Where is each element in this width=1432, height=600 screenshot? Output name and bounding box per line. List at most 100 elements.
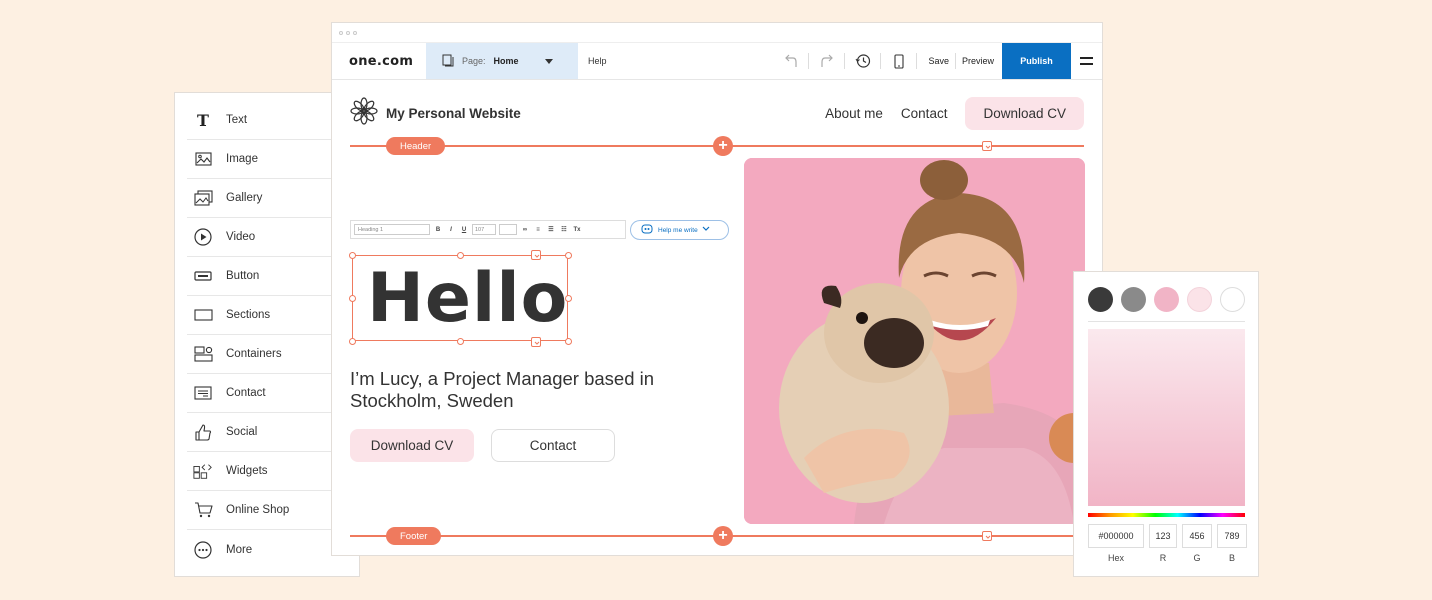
b-input[interactable]: 789 — [1217, 524, 1247, 548]
swatch-dark-gray[interactable] — [1088, 287, 1113, 312]
element-label: Contact — [226, 387, 266, 399]
undo-icon[interactable] — [780, 51, 801, 72]
element-label: Online Shop — [226, 504, 290, 516]
redo-icon[interactable] — [816, 51, 837, 72]
element-label: More — [226, 543, 253, 556]
help-menu[interactable]: Help — [588, 56, 607, 66]
swatch-light-pink[interactable] — [1187, 287, 1212, 312]
element-label: Social — [226, 426, 258, 438]
r-input[interactable]: 123 — [1149, 524, 1177, 548]
picker-divider — [1088, 321, 1245, 322]
element-label: Sections — [226, 309, 271, 321]
swatch-gray[interactable] — [1121, 287, 1146, 312]
window-dot — [346, 30, 350, 35]
resize-handle[interactable] — [457, 252, 464, 259]
brand-logo: one.com — [349, 53, 414, 69]
b-label: B — [1228, 553, 1235, 563]
preview-button[interactable]: Preview — [958, 56, 998, 66]
containers-icon — [193, 344, 213, 364]
publish-button[interactable]: Publish — [1002, 43, 1071, 79]
bullet-list-icon[interactable]: ☷ — [559, 226, 569, 233]
sections-icon — [193, 305, 213, 325]
nav-download-cv[interactable]: Download CV — [965, 96, 1084, 130]
numbered-list-icon[interactable]: ☰ — [546, 226, 556, 233]
bold-button[interactable]: B — [433, 227, 443, 233]
hue-slider[interactable] — [1088, 513, 1245, 517]
resize-handle[interactable] — [565, 252, 572, 259]
color-select[interactable] — [499, 224, 517, 235]
element-label: Containers — [226, 348, 282, 360]
color-picker-panel: #000000 123 456 789 Hex R G B — [1073, 271, 1259, 577]
menu-icon[interactable] — [1071, 57, 1102, 65]
g-label: G — [1193, 553, 1201, 563]
element-label: Widgets — [226, 465, 268, 477]
swatch-pink[interactable] — [1154, 287, 1179, 312]
resize-handle[interactable] — [349, 295, 356, 302]
history-icon[interactable] — [852, 51, 873, 72]
resize-handle[interactable] — [457, 338, 464, 345]
link-icon[interactable]: ∞ — [520, 227, 530, 233]
resize-handle[interactable] — [349, 338, 356, 345]
add-section-icon[interactable]: + — [713, 526, 733, 546]
svg-text:T: T — [197, 112, 209, 128]
site-title: My Personal Website — [386, 105, 521, 121]
chevron-down-icon — [702, 226, 710, 234]
header-section-tag[interactable]: Header — [386, 137, 446, 155]
chevron-down-icon[interactable] — [531, 337, 541, 347]
help-me-write-label: Help me write — [658, 226, 698, 234]
social-icon — [193, 422, 213, 442]
chevron-down-icon[interactable] — [982, 141, 992, 151]
color-gradient-area[interactable] — [1088, 329, 1245, 506]
page-value: Home — [493, 56, 519, 66]
contact-icon — [193, 383, 213, 403]
page-selector[interactable]: Page: Home — [426, 43, 578, 79]
swatch-white[interactable] — [1220, 287, 1245, 312]
widgets-icon — [193, 461, 213, 481]
element-label: Image — [226, 153, 258, 165]
window-dot — [353, 30, 357, 35]
chevron-down-icon[interactable] — [982, 531, 992, 541]
color-swatches — [1088, 287, 1245, 312]
footer-section-tag[interactable]: Footer — [386, 527, 442, 545]
add-section-icon[interactable]: + — [713, 136, 733, 156]
chevron-down-icon — [544, 58, 553, 64]
resize-handle[interactable] — [349, 252, 356, 259]
element-label: Button — [226, 270, 260, 282]
font-size-select[interactable]: 107 — [472, 224, 496, 235]
pages-icon — [442, 54, 454, 69]
flower-logo-icon — [350, 96, 378, 130]
help-me-write-button[interactable]: Help me write — [630, 220, 729, 240]
text-style-select[interactable]: Heading 1 — [354, 224, 430, 235]
italic-button[interactable]: I — [446, 227, 456, 233]
download-cv-button[interactable]: Download CV — [350, 429, 474, 462]
cart-icon — [193, 500, 213, 520]
hero-heading[interactable]: Hello — [367, 263, 568, 335]
text-icon: T — [193, 110, 213, 130]
align-icon[interactable]: ≡ — [533, 227, 543, 233]
save-button[interactable]: Save — [924, 56, 953, 66]
image-icon — [193, 149, 213, 169]
resize-handle[interactable] — [565, 338, 572, 345]
gallery-icon — [193, 188, 213, 208]
hero-photo[interactable] — [744, 158, 1085, 524]
mobile-view-icon[interactable] — [888, 51, 909, 72]
window-dot — [339, 30, 343, 35]
element-label: Text — [226, 114, 248, 126]
clear-format-icon[interactable]: Tx — [572, 227, 582, 233]
hex-input[interactable]: #000000 — [1088, 524, 1144, 548]
nav-contact[interactable]: Contact — [901, 106, 948, 121]
contact-button[interactable]: Contact — [491, 429, 615, 462]
r-label: R — [1159, 553, 1167, 563]
more-icon — [193, 540, 213, 560]
hero-intro-text[interactable]: I’m Lucy, a Project Manager based in Sto… — [350, 368, 680, 412]
window-titlebar — [332, 23, 1102, 43]
color-value-fields: #000000 123 456 789 — [1088, 524, 1247, 548]
underline-button[interactable]: U — [459, 227, 469, 233]
g-input[interactable]: 456 — [1182, 524, 1212, 548]
hex-label: Hex — [1107, 553, 1124, 563]
rich-text-toolbar: Heading 1 B I U 107 ∞ ≡ ☰ ☷ Tx — [350, 220, 626, 239]
nav-about-me[interactable]: About me — [825, 106, 883, 121]
robot-icon — [640, 223, 654, 237]
site-header: My Personal Website About me Contact Dow… — [350, 96, 1084, 130]
element-label: Gallery — [226, 192, 263, 204]
